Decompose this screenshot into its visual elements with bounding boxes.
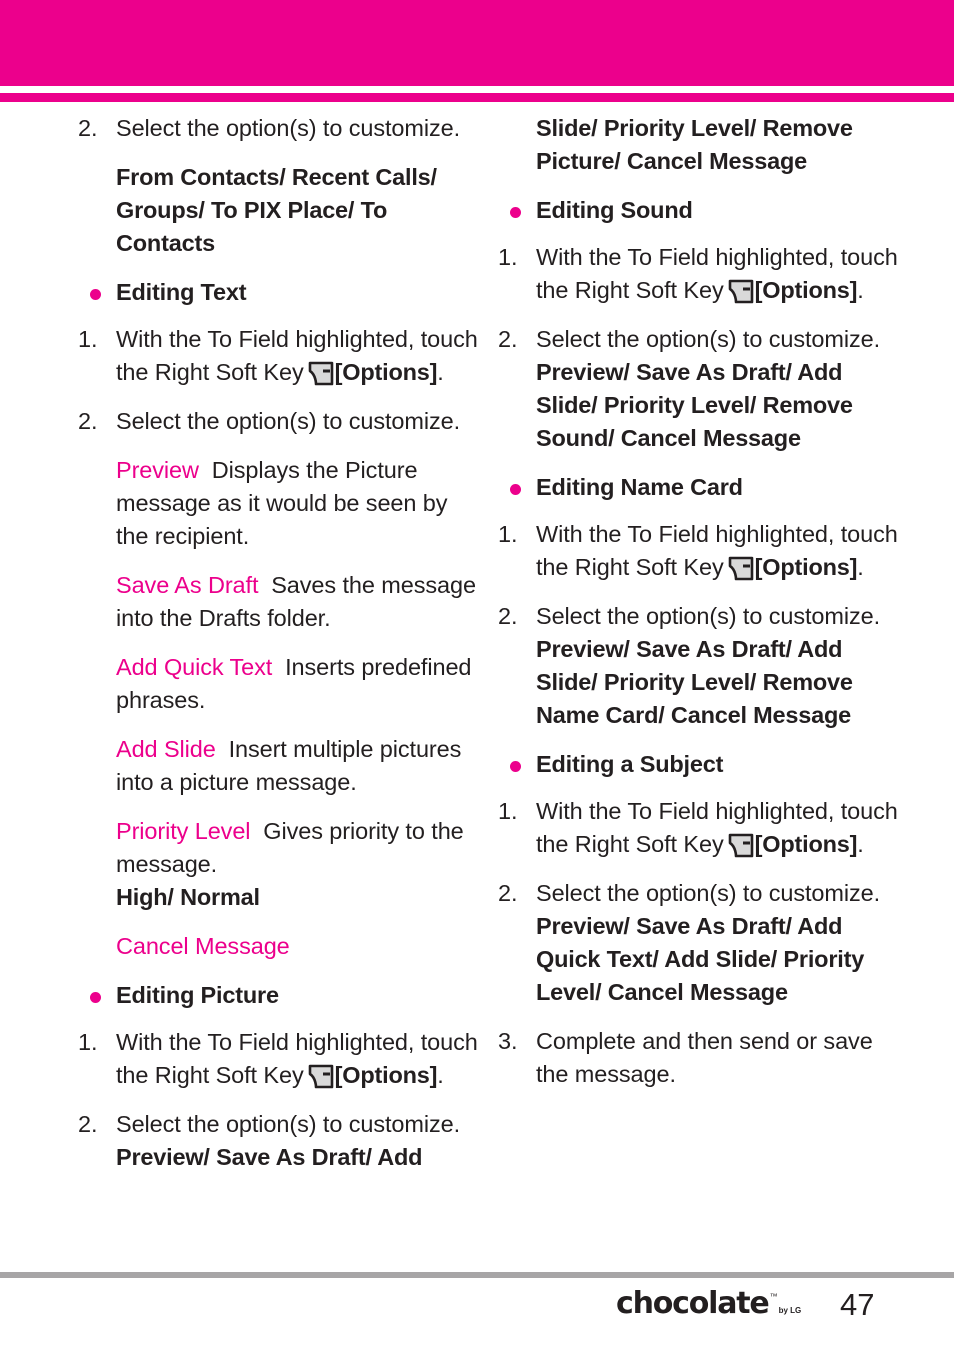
definition-add-quick-text: Add Quick Text Inserts predefined phrase… xyxy=(78,651,478,717)
list-number: 1. xyxy=(498,244,518,270)
trademark-symbol: ™ xyxy=(769,1292,778,1301)
definition-cancel-message: Cancel Message xyxy=(78,930,478,963)
definition-term: Preview xyxy=(116,457,199,483)
list-item: 1. With the To Field highlighted, touch … xyxy=(78,323,478,389)
heading-editing-text: Editing Text xyxy=(78,276,478,309)
definition-term: Cancel Message xyxy=(116,933,290,959)
list-number: 1. xyxy=(498,798,518,824)
sentence-tail: . xyxy=(857,554,864,580)
list-item: 2. Select the option(s) to customize. Pr… xyxy=(498,323,898,455)
list-number: 2. xyxy=(78,1111,98,1137)
heading-editing-name-card: Editing Name Card xyxy=(498,471,898,504)
list-text: Select the option(s) to customize. xyxy=(536,603,881,629)
list-text: Complete and then send or save the messa… xyxy=(536,1028,873,1087)
option-list: Preview/ Save As Draft/ Add xyxy=(116,1144,423,1170)
header-stripe xyxy=(0,93,954,102)
list-item: 1. With the To Field highlighted, touch … xyxy=(498,518,898,584)
list-number: 2. xyxy=(498,326,518,352)
heading-editing-subject: Editing a Subject xyxy=(498,748,898,781)
heading-label: Editing Text xyxy=(116,279,247,305)
header-band xyxy=(0,0,954,86)
list-number: 2. xyxy=(498,603,518,629)
logo-wordmark: chocolate xyxy=(616,1286,770,1321)
list-number: 1. xyxy=(498,521,518,547)
sentence-tail: . xyxy=(437,1062,444,1088)
list-text: Select the option(s) to customize. xyxy=(536,326,881,352)
right-column: Slide/ Priority Level/ Remove Picture/ C… xyxy=(498,112,898,1107)
heading-label: Editing a Subject xyxy=(536,751,724,777)
right-soft-key-icon xyxy=(728,279,754,304)
heading-label: Editing Picture xyxy=(116,982,279,1008)
heading-editing-picture: Editing Picture xyxy=(78,979,478,1012)
list-item: 2. Select the option(s) to customize. Pr… xyxy=(78,1108,478,1174)
right-soft-key-icon xyxy=(308,1064,334,1089)
option-list-from-contacts: From Contacts/ Recent Calls/ Groups/ To … xyxy=(116,164,437,256)
footer: chocolate ™ by LG 47 xyxy=(0,1287,954,1336)
softkey-label: [Options] xyxy=(334,1062,438,1088)
footer-divider xyxy=(0,1272,954,1278)
list-number: 2. xyxy=(78,115,98,141)
list-number: 3. xyxy=(498,1028,518,1054)
list-text: Select the option(s) to customize. xyxy=(536,880,881,906)
list-item: 2. Select the option(s) to customize. xyxy=(78,405,478,438)
softkey-label: [Options] xyxy=(754,831,858,857)
bullet-dot-icon xyxy=(90,289,101,300)
definition-term: Add Quick Text xyxy=(116,654,273,680)
right-soft-key-icon xyxy=(728,833,754,858)
list-item: 2. Select the option(s) to customize. Pr… xyxy=(498,877,898,1009)
sentence-tail: . xyxy=(437,359,444,385)
softkey-label: [Options] xyxy=(754,277,858,303)
list-text: Select the option(s) to customize. xyxy=(116,408,461,434)
list-number: 2. xyxy=(78,408,98,434)
softkey-label: [Options] xyxy=(334,359,438,385)
list-text: Select the option(s) to customize. xyxy=(116,1111,461,1137)
sentence-tail: . xyxy=(857,831,864,857)
heading-label: Editing Sound xyxy=(536,197,693,223)
list-item: 1. With the To Field highlighted, touch … xyxy=(498,241,898,307)
definition-term: Save As Draft xyxy=(116,572,259,598)
list-item: 2. Select the option(s) to customize. xyxy=(78,112,478,145)
left-column: 2. Select the option(s) to customize. Fr… xyxy=(78,112,478,1174)
heading-label: Editing Name Card xyxy=(536,474,743,500)
option-list: Preview/ Save As Draft/ Add Slide/ Prior… xyxy=(536,359,853,451)
definition-term: Add Slide xyxy=(116,736,216,762)
softkey-label: [Options] xyxy=(754,554,858,580)
page-number: 47 xyxy=(840,1287,875,1322)
list-item: 1. With the To Field highlighted, touch … xyxy=(78,1026,478,1092)
option-list-continued: Slide/ Priority Level/ Remove Picture/ C… xyxy=(536,115,853,174)
chocolate-logo: chocolate ™ by LG xyxy=(616,1288,801,1320)
list-item: 2. Select the option(s) to customize. Pr… xyxy=(498,600,898,732)
option-list: Preview/ Save As Draft/ Add Quick Text/ … xyxy=(536,913,865,1005)
page-content: 2. Select the option(s) to customize. Fr… xyxy=(0,112,954,1252)
definition-priority-level: Priority Level Gives priority to the mes… xyxy=(78,815,478,881)
bullet-dot-icon xyxy=(510,207,521,218)
heading-editing-sound: Editing Sound xyxy=(498,194,898,227)
list-number: 1. xyxy=(78,1029,98,1055)
by-lg-label: by LG xyxy=(778,1306,802,1315)
list-item: 3. Complete and then send or save the me… xyxy=(498,1025,898,1091)
right-soft-key-icon xyxy=(308,361,334,386)
definition-save-as-draft: Save As Draft Saves the message into the… xyxy=(78,569,478,635)
definition-term: Priority Level xyxy=(116,818,251,844)
list-number: 1. xyxy=(78,326,98,352)
definition-preview: Preview Displays the Picture message as … xyxy=(78,454,478,553)
sentence-tail: . xyxy=(857,277,864,303)
priority-level-values: High/ Normal xyxy=(116,884,260,910)
definition-add-slide: Add Slide Insert multiple pictures into … xyxy=(78,733,478,799)
list-item: 1. With the To Field highlighted, touch … xyxy=(498,795,898,861)
right-soft-key-icon xyxy=(728,556,754,581)
bullet-dot-icon xyxy=(510,761,521,772)
option-list: Preview/ Save As Draft/ Add Slide/ Prior… xyxy=(536,636,853,728)
list-number: 2. xyxy=(498,880,518,906)
bullet-dot-icon xyxy=(90,992,101,1003)
bullet-dot-icon xyxy=(510,484,521,495)
list-text: Select the option(s) to customize. xyxy=(116,115,461,141)
